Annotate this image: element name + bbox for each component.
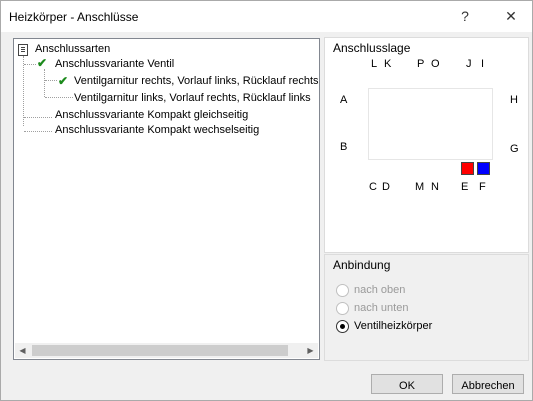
window-title: Heizkörper - Anschlüsse [9, 10, 139, 24]
pos-label-i: I [481, 58, 485, 70]
radio-label: nach unten [354, 302, 409, 314]
pos-label-g: G [510, 143, 519, 155]
pos-label-o: O [431, 58, 440, 70]
radiator-diagram [368, 88, 493, 160]
horizontal-scrollbar[interactable]: ◀ ▶ [15, 343, 318, 358]
check-icon: ✔ [58, 74, 69, 88]
radio-button[interactable] [336, 319, 349, 333]
tree-line [45, 97, 73, 98]
tree-item-kompakt-wechselseitig[interactable]: Anschlussvariante Kompakt wechselseitig [55, 124, 259, 136]
scroll-left-icon[interactable]: ◀ [15, 343, 30, 358]
tree-line [24, 117, 52, 118]
pos-label-e: E [461, 181, 469, 193]
radio-ventilheizkoerper[interactable]: Ventilheizkörper [336, 318, 432, 334]
pos-label-k: K [384, 58, 392, 70]
tree-line [45, 80, 57, 81]
anschlusslage-title: Anschlusslage [333, 41, 411, 55]
document-icon [18, 44, 28, 56]
connection-tree[interactable]: Anschlussarten ✔ Anschlussvariante Venti… [13, 38, 320, 360]
scroll-right-icon[interactable]: ▶ [303, 343, 318, 358]
pos-label-a: A [340, 94, 348, 106]
anbindung-group: Anbindung nach oben nach unten Ventilhei… [324, 254, 529, 361]
tree-item-garnitur-links[interactable]: Ventilgarnitur links, Vorlauf rechts, Rü… [74, 92, 311, 104]
tree-item-ventil[interactable]: Anschlussvariante Ventil [55, 58, 174, 70]
anschlusslage-group: Anschlusslage L K P O J I A B H G C D M … [324, 37, 529, 253]
radio-nach-unten[interactable]: nach unten [336, 300, 408, 316]
pos-label-b: B [340, 141, 348, 153]
tree-line [23, 56, 24, 126]
radio-label: Ventilheizkörper [354, 320, 433, 332]
connection-f-marker [477, 162, 490, 175]
pos-label-p: P [417, 58, 425, 70]
tree-root-label[interactable]: Anschlussarten [35, 43, 110, 55]
pos-label-n: N [431, 181, 439, 193]
radio-nach-oben[interactable]: nach oben [336, 282, 405, 298]
radio-label: nach oben [354, 284, 406, 296]
title-bar: Heizkörper - Anschlüsse ? ✕ [1, 1, 532, 32]
radio-button[interactable] [336, 283, 349, 297]
pos-label-l: L [371, 58, 378, 70]
dialog-window: Heizkörper - Anschlüsse ? ✕ Anschlussart… [0, 0, 533, 401]
radio-button[interactable] [336, 301, 349, 315]
tree-line [24, 64, 36, 65]
tree-line [44, 69, 45, 97]
pos-label-f: F [479, 181, 486, 193]
pos-label-h: H [510, 94, 518, 106]
check-icon: ✔ [37, 56, 48, 70]
tree-item-garnitur-rechts[interactable]: Ventilgarnitur rechts, Vorlauf links, Rü… [74, 75, 319, 87]
pos-label-m: M [415, 181, 425, 193]
tree-line [24, 131, 52, 132]
tree-item-kompakt-gleichseitig[interactable]: Anschlussvariante Kompakt gleichseitig [55, 109, 248, 121]
anbindung-title: Anbindung [333, 258, 391, 272]
cancel-button[interactable]: Abbrechen [452, 374, 524, 394]
help-button[interactable]: ? [448, 1, 482, 32]
ok-button[interactable]: OK [371, 374, 443, 394]
close-button[interactable]: ✕ [494, 1, 528, 32]
connection-e-marker [461, 162, 474, 175]
scrollbar-thumb[interactable] [32, 345, 288, 356]
pos-label-c: C [369, 181, 377, 193]
pos-label-j: J [466, 58, 472, 70]
pos-label-d: D [382, 181, 390, 193]
